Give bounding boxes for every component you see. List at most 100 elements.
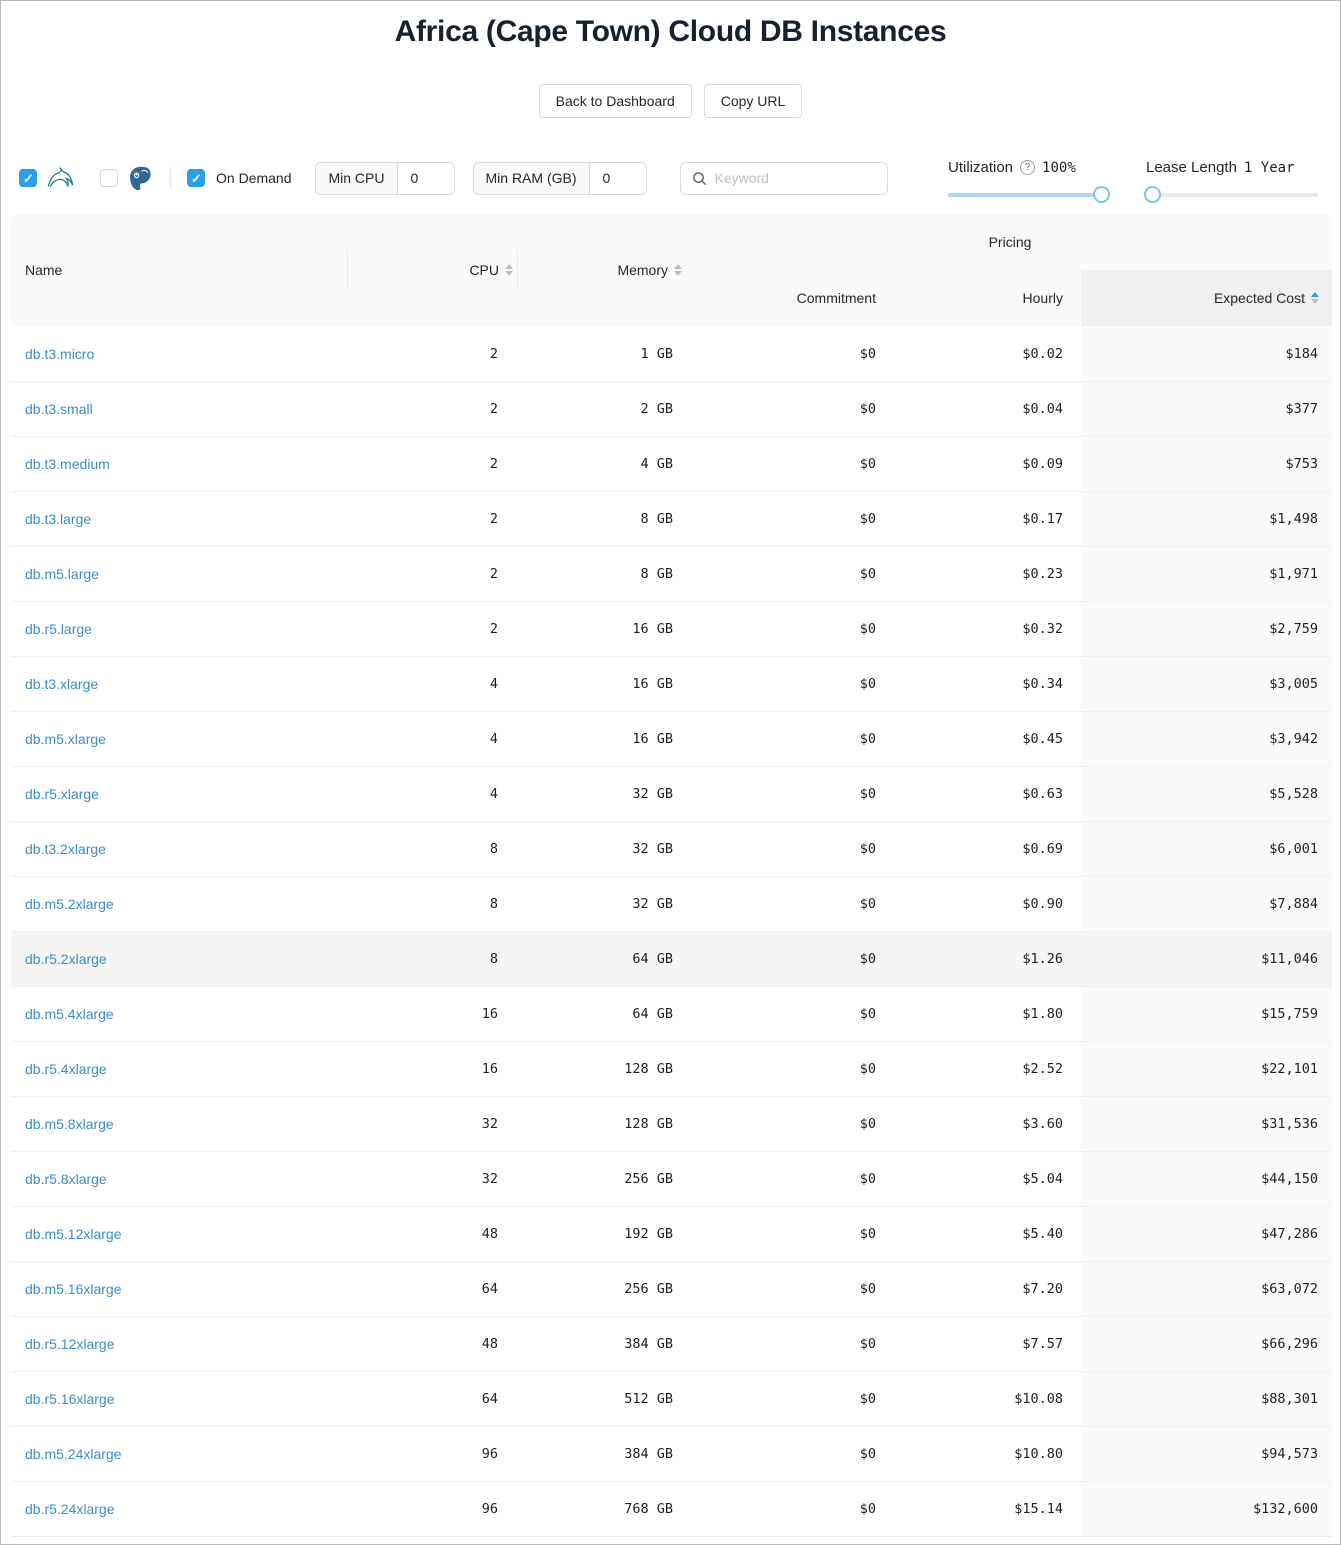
min-cpu-input[interactable]	[398, 163, 454, 194]
min-ram-input[interactable]	[590, 163, 646, 194]
memory-cell: 1 GB	[518, 326, 688, 381]
instance-name-cell: db.t3.xlarge	[11, 657, 348, 711]
cpu-cell: 8	[348, 822, 518, 876]
instance-link[interactable]: db.r5.large	[25, 621, 92, 637]
hourly-cell: $1.26	[888, 932, 1081, 986]
utilization-slider[interactable]	[948, 193, 1108, 197]
memory-cell: 512 GB	[518, 1372, 688, 1426]
memory-header-label: Memory	[617, 262, 668, 278]
min-ram-label: Min RAM (GB)	[474, 163, 590, 194]
expected-cost-cell: $47,286	[1081, 1207, 1332, 1261]
postgresql-elephant-icon	[127, 165, 154, 192]
hourly-cell: $0.34	[888, 657, 1081, 711]
table-row: db.t3.large28 GB$0$0.17$1,498	[11, 491, 1332, 546]
lease-length-slider-thumb[interactable]	[1144, 186, 1161, 203]
instance-link[interactable]: db.t3.medium	[25, 456, 110, 472]
memory-cell: 128 GB	[518, 1042, 688, 1096]
expected-cost-cell: $66,296	[1081, 1317, 1332, 1371]
instance-link[interactable]: db.r5.8xlarge	[25, 1171, 107, 1187]
hourly-cell: $0.69	[888, 822, 1081, 876]
expected-cost-header-label: Expected Cost	[1214, 290, 1305, 306]
memory-cell: 32 GB	[518, 877, 688, 931]
table-row: db.m5.xlarge416 GB$0$0.45$3,942	[11, 711, 1332, 766]
instance-link[interactable]: db.r5.xlarge	[25, 786, 99, 802]
keyword-input[interactable]	[715, 170, 876, 186]
hourly-cell: $15.14	[888, 1482, 1081, 1536]
instance-link[interactable]: db.m5.2xlarge	[25, 896, 114, 912]
cpu-cell: 16	[348, 987, 518, 1041]
table-row: db.r5.12xlarge48384 GB$0$7.57$66,296	[11, 1316, 1332, 1371]
instance-link[interactable]: db.r5.2xlarge	[25, 951, 107, 967]
on-demand-checkbox[interactable]	[187, 169, 205, 187]
commitment-cell: $0	[688, 326, 888, 381]
search-icon	[692, 171, 707, 186]
instance-link[interactable]: db.m5.xlarge	[25, 731, 106, 747]
page: { "header": { "title": "Africa (Cape Tow…	[0, 0, 1341, 1545]
instance-link[interactable]: db.t3.2xlarge	[25, 841, 106, 857]
instance-name-cell: db.m5.2xlarge	[11, 877, 348, 931]
expected-cost-cell: $1,498	[1081, 492, 1332, 546]
expected-cost-cell: $44,150	[1081, 1152, 1332, 1206]
hourly-cell: $0.04	[888, 382, 1081, 436]
instance-link[interactable]: db.t3.large	[25, 511, 91, 527]
commitment-cell: $0	[688, 1482, 888, 1536]
instance-link[interactable]: db.m5.4xlarge	[25, 1006, 114, 1022]
min-ram-group: Min RAM (GB)	[473, 162, 647, 195]
column-header-memory[interactable]: Memory	[518, 214, 688, 326]
table-row: db.m5.24xlarge96384 GB$0$10.80$94,573	[11, 1426, 1332, 1481]
hourly-cell: $0.90	[888, 877, 1081, 931]
copy-url-button[interactable]: Copy URL	[704, 84, 803, 118]
table-row: db.m5.12xlarge48192 GB$0$5.40$47,286	[11, 1206, 1332, 1261]
commitment-cell: $0	[688, 1042, 888, 1096]
back-to-dashboard-button[interactable]: Back to Dashboard	[539, 84, 692, 118]
instance-link[interactable]: db.t3.xlarge	[25, 676, 98, 692]
column-header-expected-cost[interactable]: Expected Cost	[1081, 270, 1332, 326]
instance-link[interactable]: db.r5.4xlarge	[25, 1061, 107, 1077]
commitment-cell: $0	[688, 1152, 888, 1206]
column-header-cpu[interactable]: CPU	[348, 214, 518, 326]
filter-divider	[170, 167, 171, 189]
question-circle-icon[interactable]: ?	[1020, 160, 1035, 175]
memory-cell: 256 GB	[518, 1262, 688, 1316]
instance-link[interactable]: db.r5.16xlarge	[25, 1391, 115, 1407]
mysql-checkbox[interactable]	[19, 169, 37, 187]
postgresql-checkbox[interactable]	[100, 169, 118, 187]
table-body: db.t3.micro21 GB$0$0.02$184db.t3.small22…	[11, 326, 1332, 1537]
instance-name-cell: db.t3.medium	[11, 437, 348, 491]
cpu-cell: 2	[348, 326, 518, 381]
table-row: db.r5.24xlarge96768 GB$0$15.14$132,600	[11, 1481, 1332, 1536]
instance-link[interactable]: db.t3.small	[25, 401, 93, 417]
cpu-cell: 64	[348, 1262, 518, 1316]
instance-link[interactable]: db.t3.micro	[25, 346, 94, 362]
hourly-cell: $0.09	[888, 437, 1081, 491]
lease-length-slider[interactable]	[1146, 193, 1318, 197]
table-row: db.m5.large28 GB$0$0.23$1,971	[11, 546, 1332, 601]
commitment-cell: $0	[688, 1262, 888, 1316]
cpu-cell: 8	[348, 932, 518, 986]
table-row: db.r5.2xlarge864 GB$0$1.26$11,046	[11, 931, 1332, 986]
utilization-slider-thumb[interactable]	[1093, 186, 1110, 203]
instance-link[interactable]: db.m5.24xlarge	[25, 1446, 122, 1462]
instance-link[interactable]: db.m5.16xlarge	[25, 1281, 122, 1297]
instance-link[interactable]: db.m5.12xlarge	[25, 1226, 122, 1242]
instance-name-cell: db.m5.4xlarge	[11, 987, 348, 1041]
instance-link[interactable]: db.m5.8xlarge	[25, 1116, 114, 1132]
commitment-cell: $0	[688, 657, 888, 711]
commitment-cell: $0	[688, 547, 888, 601]
expected-cost-cell: $5,528	[1081, 767, 1332, 821]
instance-link[interactable]: db.r5.12xlarge	[25, 1336, 115, 1352]
column-header-name[interactable]: Name	[11, 214, 348, 326]
keyword-search	[680, 162, 888, 195]
utilization-label: Utilization	[948, 159, 1013, 176]
expected-cost-cell: $7,884	[1081, 877, 1332, 931]
table-row: db.m5.8xlarge32128 GB$0$3.60$31,536	[11, 1096, 1332, 1151]
instance-link[interactable]: db.r5.24xlarge	[25, 1501, 115, 1517]
expected-cost-cell: $31,536	[1081, 1097, 1332, 1151]
instance-link[interactable]: db.m5.large	[25, 566, 99, 582]
memory-cell: 16 GB	[518, 712, 688, 766]
instance-name-cell: db.m5.24xlarge	[11, 1427, 348, 1481]
page-title: Africa (Cape Town) Cloud DB Instances	[1, 15, 1340, 49]
cpu-header-label: CPU	[469, 262, 499, 278]
expected-cost-cell: $1,971	[1081, 547, 1332, 601]
column-group-pricing: Pricing	[688, 214, 1332, 270]
